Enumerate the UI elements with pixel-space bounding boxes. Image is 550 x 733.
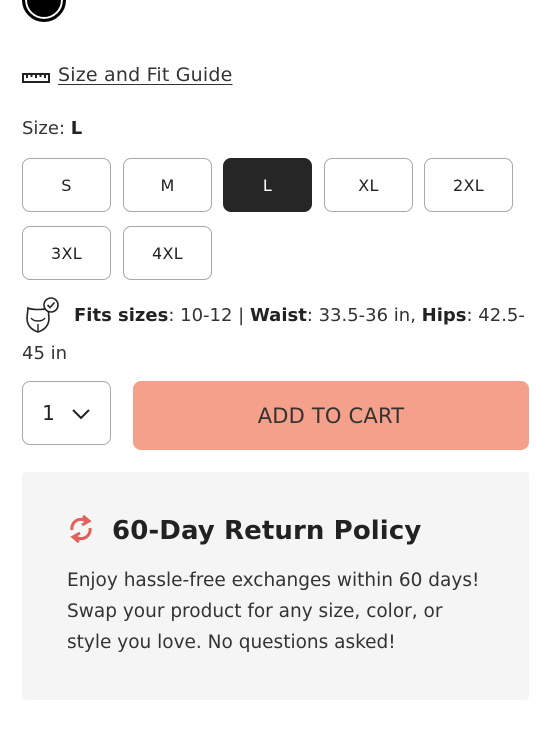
return-policy-panel: 60-Day Return Policy Enjoy hassle-free e… <box>22 472 529 700</box>
quantity-select[interactable]: 1 <box>22 381 111 445</box>
fits-sizes-label: Fits sizes <box>74 305 169 326</box>
ruler-icon <box>22 68 50 83</box>
size-option-m[interactable]: M <box>123 158 212 212</box>
size-guide[interactable]: Size and Fit Guide <box>22 64 233 86</box>
add-to-cart-button[interactable]: ADD TO CART <box>133 381 529 450</box>
body-measure-icon <box>22 296 62 336</box>
size-option-2xl[interactable]: 2XL <box>424 158 513 212</box>
size-label: Size: L <box>22 118 82 139</box>
hips-label: Hips <box>421 305 467 326</box>
size-option-3xl[interactable]: 3XL <box>22 226 111 280</box>
waist-label: Waist <box>249 305 307 326</box>
chevron-down-icon <box>71 401 91 425</box>
return-policy-text: Enjoy hassle-free exchanges within 60 da… <box>67 570 480 653</box>
size-option-xl[interactable]: XL <box>324 158 413 212</box>
quantity-value: 1 <box>42 401 55 425</box>
size-option-4xl[interactable]: 4XL <box>123 226 212 280</box>
selected-size-value: L <box>70 118 83 139</box>
size-option-s[interactable]: S <box>22 158 111 212</box>
waist-value: : 33.5-36 in, <box>306 305 422 326</box>
size-option-l[interactable]: L <box>223 158 312 212</box>
size-label-text: Size: <box>22 118 66 139</box>
fits-sizes-info: Fits sizes: 10-12 | Waist: 33.5-36 in, H… <box>22 296 532 372</box>
size-guide-link[interactable]: Size and Fit Guide <box>58 64 233 86</box>
color-swatch-black[interactable] <box>22 0 66 22</box>
return-policy-title: 60-Day Return Policy <box>112 516 422 546</box>
return-policy-header: 60-Day Return Policy <box>68 514 421 548</box>
exchange-icon <box>68 514 94 548</box>
fits-sizes-value: : 10-12 | <box>168 305 250 326</box>
